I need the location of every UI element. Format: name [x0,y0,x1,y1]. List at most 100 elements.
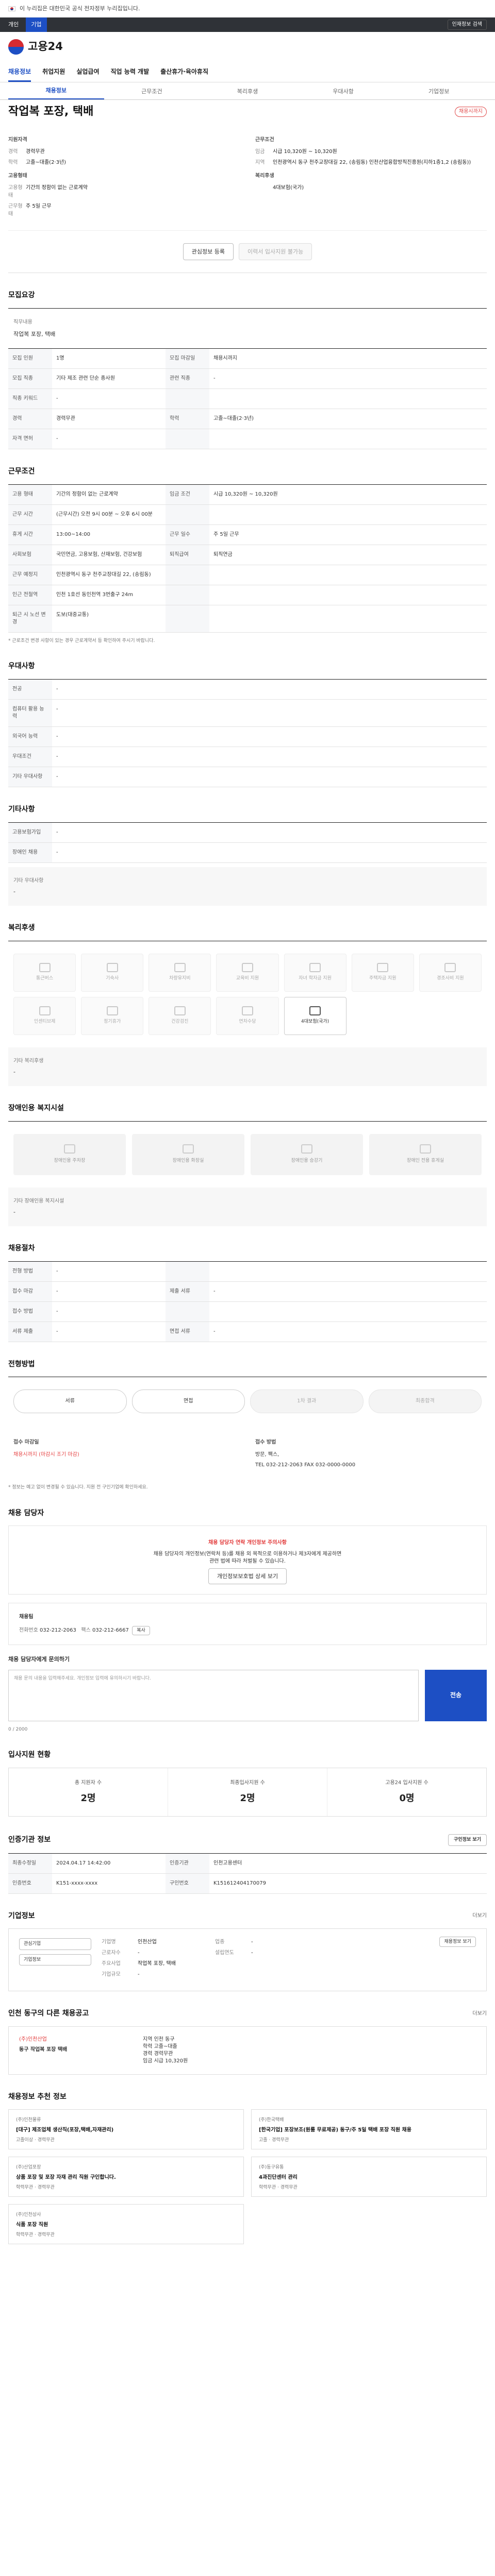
gift-icon [444,963,456,973]
summary-left-heading-2: 고용형태 [8,173,27,179]
subtab-1[interactable]: 근무조건 [104,88,200,99]
subtab-0[interactable]: 채용정보 [8,87,104,99]
preference-table: 전공 - 컴퓨터 활용 능력 - 외국어 능력 - 우대조건 - 기타 우대사항 - [8,679,487,787]
tab-company[interactable]: 기업 [26,18,47,32]
view-posting-button[interactable]: 구인정보 보기 [448,1834,487,1846]
logo-text[interactable]: 고용24 [28,39,63,54]
conditions-note: * 근로조건 변경 사항이 있는 경우 근로계약서 등 확인하여 주시기 바랍니… [8,638,155,643]
section-apply-heading: 전형방법 [8,1360,35,1368]
company-card: 관심기업 기업정보 기업명 인천산업 업종 - 근로자수 - 설립연도 - 주요사업 작업복 … [8,1928,487,1992]
recommend-item[interactable]: (주)동구유통 4과진단센터 관리 학력무관 · 경력무관 [251,2157,487,2197]
talent-search-chip[interactable]: 인재정보 검색 [447,20,487,30]
method-note: * 정보는 예고 없이 변경될 수 있습니다. 지원 전 구인기업에 확인하세요… [8,1485,148,1490]
jobs-more-link[interactable]: 더보기 [472,2010,487,2018]
subtab-2[interactable]: 복리후생 [200,88,295,99]
recommend-item[interactable]: (주)산업포장 상품 포장 및 포장 자재 관리 직원 구인합니다. 학력무관 · … [8,2157,244,2197]
section-jobs-heading: 인천 동구의 다른 채용공고 [8,2009,89,2018]
apply-method: 접수 마감일 채용시까지 (마감시 조기 마감) 접수 방법 방문, 팩스, T… [13,1439,356,1468]
ask-send-button[interactable]: 전송 [425,1669,487,1721]
company-interest-button[interactable]: 관심기업 [19,1938,91,1950]
company-more-link[interactable]: 더보기 [472,1912,487,1920]
step-first-result: 1차 결과 [250,1389,364,1414]
summary-right-heading-2: 복리후생 [255,173,274,179]
section-company-heading: 기업정보 [8,1911,35,1920]
section-process-heading: 채용절차 [8,1244,35,1252]
recommend-item[interactable]: (주)한국택배 [한국기업] 포장보조(원룸 무료제공) 동구/주 5일 택배 포… [251,2109,487,2150]
ask-textarea[interactable]: 채용 문의 내용을 입력해주세요. 개인정보 입력에 유의하시기 바랍니다. [8,1669,419,1721]
gnb-item-1[interactable]: 취업지원 [42,67,65,76]
job-description: 작업복 포장, 택배 [13,330,56,337]
subtab-4[interactable]: 기업정보 [391,88,487,99]
dorm-icon [106,963,118,973]
deadline-badge: 채용시까지 [455,107,487,117]
welfare-grid: 통근버스 기숙사 차량유지비 교육비 지원 자녀 학자금 지원 주택자금 지원 … [8,940,487,1047]
welfare-item: 교육비 지원 [216,953,279,992]
recommend-item[interactable]: (주)인천물류 [대구] 제조업체 생산직(포장,택배,자재관리) 고졸이상 · 경… [8,2109,244,2150]
graduation-icon [309,963,321,973]
contact-fax: 032-212-6667 [92,1628,129,1634]
welfare-item: 인센티브제 [13,996,76,1035]
process-steps: 서류 면접 1차 결과 최종합격 [8,1377,487,1426]
sub-tabs: 채용정보 근무조건 복리후생 우대사항 기업정보 [0,82,495,100]
gov-banner: 이 누리집은 대한민국 공식 전자정부 누리집입니다. [0,0,495,18]
section-recommend-heading: 채용정보 추천 정보 [8,2092,67,2101]
coin-icon [39,1006,51,1016]
conditions-table: 고용 형태 기간의 정함이 없는 근로계약 임금 조건 시급 10,320원 ~ 10… [8,484,487,633]
lounge-icon [420,1144,431,1154]
section-facility-heading: 장애인용 복지시설 [8,1104,64,1112]
book-icon [241,963,253,973]
gnb-item-3[interactable]: 직업 능력 개발 [111,67,150,76]
apply-button[interactable]: 이력서 입사지원 불가능 [239,243,312,261]
welfare-item: 연차수당 [216,996,279,1035]
global-nav: 채용정보 취업지원 실업급여 직업 능력 개발 출산휴가·육아휴직 [0,62,495,82]
section-welfare-heading: 복리후생 [8,923,35,932]
facility-item: 장애인 전용 휴게실 [369,1133,482,1175]
gnb-item-4[interactable]: 출산휴가·육아휴직 [160,67,208,76]
section-stats-heading: 입사지원 현황 [8,1751,51,1759]
insurance-icon [309,1006,321,1016]
jobs-banner[interactable]: (주)인천산업 동구 작업복 포장 택배 지역 인천 동구 학력 고졸~대졸 경… [8,2026,487,2075]
elevator-icon [301,1144,312,1154]
logo-icon[interactable] [8,39,24,55]
process-table: 전형 방법 - 접수 마감 - 제출 서류 - 접수 방법 - 서류 제출 - 면접 서류 - [8,1261,487,1342]
contact-card: 채용팀 전화번호 032-212-2063 팩스 032-212-6667 복사 [8,1603,487,1646]
gov-banner-text: 이 누리집은 대한민국 공식 전자정부 누리집입니다. [20,5,140,12]
copy-button[interactable]: 복사 [132,1626,150,1636]
section-info-heading: 인증기관 정보 [8,1835,51,1844]
step-final: 최종합격 [368,1389,482,1414]
parking-icon [64,1144,75,1154]
car-icon [174,963,186,973]
company-info-button[interactable]: 기업정보 [19,1954,91,1966]
house-icon [377,963,389,973]
welfare-item: 자녀 학자금 지원 [284,953,346,992]
recommend-list: (주)인천물류 [대구] 제조업체 생산직(포장,택배,자재관리) 고졸이상 · 경… [8,2109,487,2245]
section-etc-heading: 기타사항 [8,805,35,814]
posting-title: 작업복 포장, 택배 [8,105,94,118]
recruit-table: 모집 인원 1명 모집 마감일 채용시까지 모집 직종 기타 제조 관련 단순 종사원 관… [8,348,487,450]
step-document: 서류 [13,1389,127,1414]
welfare-item: 차량유지비 [148,953,211,992]
section-conditions-heading: 근무조건 [8,467,35,476]
info-table: 최종수정일 2024.04.17 14:42:00 인증기관 인천고용센터 인증번호 K… [8,1853,487,1894]
facility-item: 장애인용 승강기 [251,1133,363,1175]
summary-right-heading: 근무조건 [255,137,274,143]
company-jobs-button[interactable]: 채용정보 보기 [439,1937,476,1947]
gnb-item-2[interactable]: 실업급여 [76,67,99,76]
welfare-item: 경조사비 지원 [419,953,482,992]
facility-item: 장애인용 화장실 [132,1133,244,1175]
privacy-alert: 채용 담당자 연락 개인정보 주의사항 채용 담당자의 개인정보(연락처 등)를… [8,1526,487,1595]
welfare-item: 기숙사 [81,953,144,992]
section-detail-heading: 모집요강 [8,291,35,300]
subtab-3[interactable]: 우대사항 [295,88,391,99]
save-interest-button[interactable]: 관심정보 등록 [183,243,234,261]
tab-personal[interactable]: 개인 [8,21,19,28]
gnb-item-0[interactable]: 채용정보 [8,62,31,82]
bus-icon [39,963,51,973]
section-preference-heading: 우대사항 [8,662,35,671]
privacy-detail-button[interactable]: 개인정보보호법 상세 보기 [208,1568,287,1585]
recommend-item[interactable]: (주)인천상사 식품 포장 직원 학력무관 · 경력무관 [8,2204,244,2245]
health-icon [174,1006,186,1016]
welfare-item: 주택자금 지원 [351,953,414,992]
step-interview: 면접 [131,1389,245,1414]
utility-bar: 개인 기업 인재정보 검색 [0,18,495,32]
